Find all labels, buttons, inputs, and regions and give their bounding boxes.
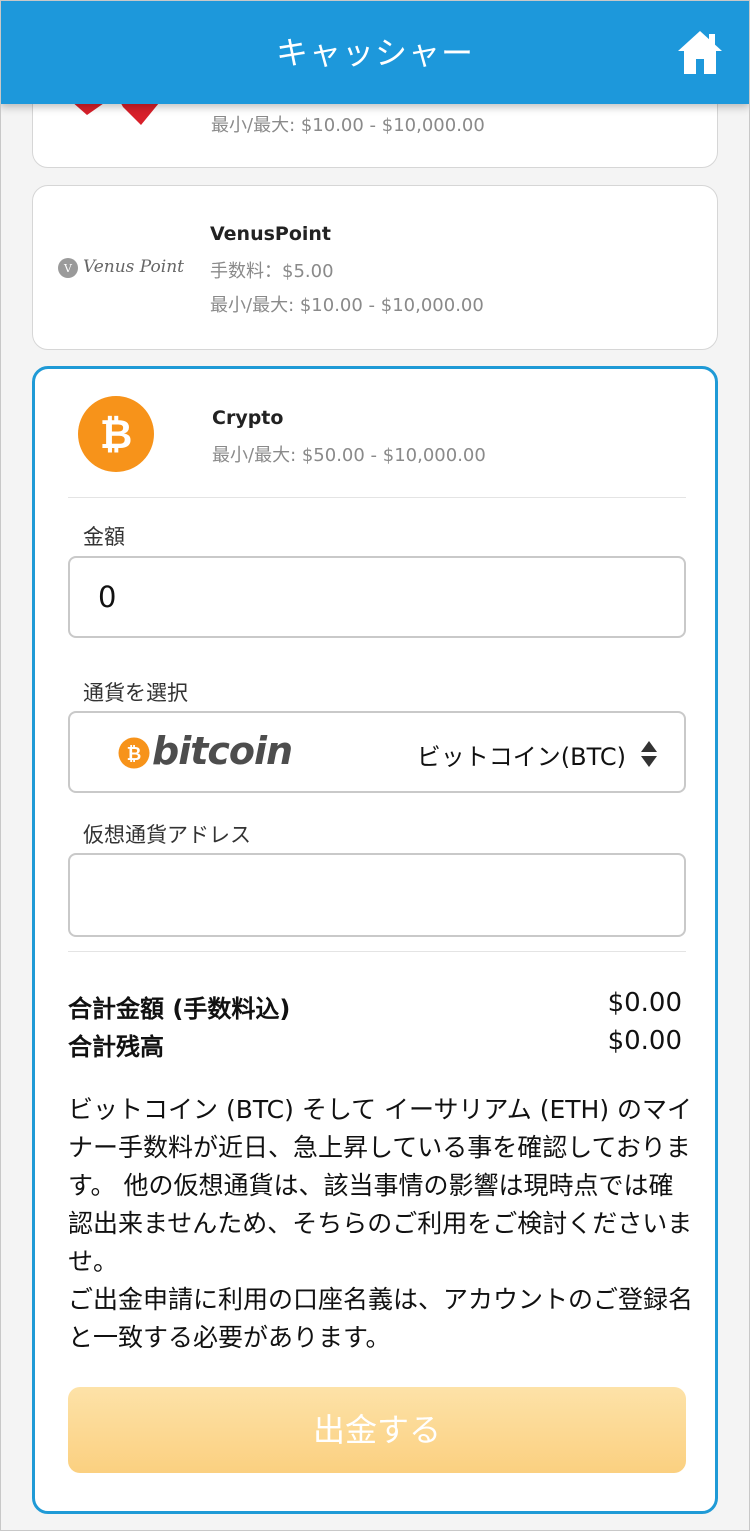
address-label: 仮想通貨アドレス [83,823,251,847]
svg-text:₿: ₿ [127,744,142,765]
updown-arrows-icon [641,741,657,767]
total-value: $0.00 [607,988,682,1018]
amount-input[interactable]: 0 [68,556,686,638]
total-label: 合計金額 (手数料込) [68,995,291,1023]
balance-label: 合計残高 [68,1033,164,1061]
svg-text:V: V [63,262,73,275]
payment-range: 最小/最大: $50.00 - $10,000.00 [212,445,486,466]
svg-text:₿: ₿ [100,412,133,458]
currency-label: 通貨を選択 [83,681,188,705]
notice-paragraph: ビットコイン (BTC) そして イーサリアム (ETH) のマイナー手数料が近… [68,1095,693,1276]
payment-range: 最小/最大: $10.00 - $10,000.00 [211,115,485,136]
divider [68,497,686,498]
venus-emblem-icon: V [58,258,78,278]
balance-value: $0.00 [607,1026,682,1056]
payment-range: 最小/最大: $10.00 - $10,000.00 [210,295,484,316]
venuspoint-logo-text: Venus Point [83,257,185,277]
payment-name: VenusPoint [210,223,332,245]
page-title: キャッシャー [275,34,474,72]
venuspoint-logo: V Venus Point [57,256,187,282]
payment-card-crypto: ₿ Crypto 最小/最大: $50.00 - $10,000.00 金額 0… [32,366,718,1514]
notice-paragraph: ご出金申請に利用の口座名義は、アカウントのご登録名と一致する必要があります。 [68,1285,694,1352]
currency-select[interactable]: ₿ bitcoin ビットコイン(BTC) [68,711,686,793]
amount-label: 金額 [83,525,125,549]
divider [68,951,686,952]
currency-selected-value: ビットコイン(BTC) [416,743,626,771]
bitcoin-icon: ₿ [78,396,154,472]
home-button[interactable] [676,28,724,76]
payment-fee: 手数料：$5.00 [210,261,334,282]
bitcoin-logo-icon: ₿ [118,737,150,769]
bitcoin-logo-text: bitcoin [152,729,293,773]
address-input[interactable] [68,853,686,937]
withdraw-button[interactable]: 出金する [68,1387,686,1473]
amount-value: 0 [98,580,117,614]
notice-text: ビットコイン (BTC) そして イーサリアム (ETH) のマイナー手数料が近… [68,1091,693,1357]
home-icon [678,31,722,74]
payment-name: Crypto [212,407,284,429]
payment-card-venuspoint[interactable]: V Venus Point VenusPoint 手数料：$5.00 最小/最大… [32,185,718,350]
header-bar: キャッシャー [0,0,750,104]
